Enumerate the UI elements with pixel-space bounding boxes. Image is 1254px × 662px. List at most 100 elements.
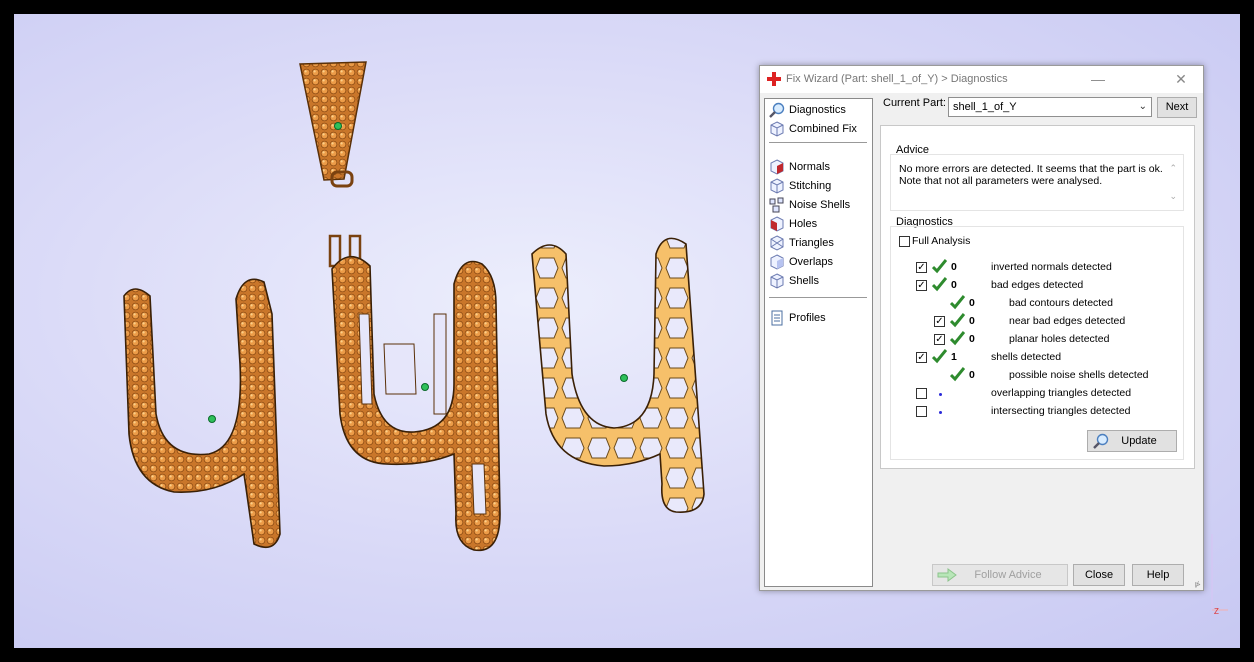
title-bar: Fix Wizard (Part: shell_1_of_Y) > Diagno… xyxy=(760,66,1203,93)
nav-label: Overlaps xyxy=(789,256,834,268)
profiles-icon xyxy=(771,310,783,326)
shells-icon xyxy=(770,273,784,289)
pivot-marker xyxy=(334,122,342,130)
letter-u-short-dotted xyxy=(328,234,501,552)
scroll-up-icon[interactable]: ⌃ xyxy=(1169,163,1177,174)
diag-checkbox[interactable]: ✓ xyxy=(934,334,945,345)
svg-text:Z: Z xyxy=(1214,607,1219,616)
nav-item-normals[interactable]: Normals xyxy=(769,158,869,176)
nav-item-stitching[interactable]: Stitching xyxy=(769,177,869,195)
advice-line: No more errors are detected. It seems th… xyxy=(899,163,1163,175)
full-analysis-checkbox[interactable] xyxy=(899,236,910,247)
nav-label: Normals xyxy=(789,161,830,173)
diag-label: intersecting triangles detected xyxy=(991,405,1131,417)
check-ok-icon xyxy=(932,277,947,292)
scroll-down-icon[interactable]: ⌄ xyxy=(1169,191,1177,202)
nav-label: Stitching xyxy=(789,180,832,192)
pivot-marker xyxy=(620,374,628,382)
check-ok-icon xyxy=(950,295,965,310)
check-ok-icon xyxy=(950,313,965,328)
close-window-button[interactable]: ✕ xyxy=(1167,70,1195,88)
diag-label: possible noise shells detected xyxy=(1009,369,1149,381)
diag-count: 0 xyxy=(951,279,957,291)
diag-checkbox[interactable] xyxy=(916,388,927,399)
nav-label: Diagnostics xyxy=(789,104,846,116)
diag-checkbox[interactable]: ✓ xyxy=(916,262,927,273)
magnifier-icon xyxy=(1093,433,1109,449)
advice-line: Note that not all parameters were analys… xyxy=(899,175,1103,187)
diag-count: 0 xyxy=(951,261,957,273)
diag-count: 1 xyxy=(951,351,957,363)
nav-separator xyxy=(769,142,867,143)
diag-label: inverted normals detected xyxy=(991,261,1112,273)
check-ok-icon xyxy=(932,259,947,274)
nav-item-overlaps[interactable]: Overlaps xyxy=(769,253,869,271)
diag-count: 0 xyxy=(969,333,975,345)
resize-grip-icon[interactable]: ⋫ xyxy=(1194,580,1201,589)
cube-icon xyxy=(770,121,784,137)
next-button[interactable]: Next xyxy=(1157,97,1197,118)
nav-item-shells[interactable]: Shells xyxy=(769,272,869,290)
triangles-icon xyxy=(770,235,784,251)
stitching-icon xyxy=(770,178,784,194)
pendant-bail xyxy=(299,61,367,188)
nav-label: Triangles xyxy=(789,237,834,249)
diag-label: bad contours detected xyxy=(1009,297,1113,309)
diag-count: 0 xyxy=(969,369,975,381)
diag-label: planar holes detected xyxy=(1009,333,1110,345)
diag-checkbox[interactable]: ✓ xyxy=(934,316,945,327)
diag-checkbox[interactable] xyxy=(916,406,927,417)
nav-label: Combined Fix xyxy=(789,123,857,135)
follow-advice-label: Follow Advice xyxy=(974,569,1042,581)
window-title: Fix Wizard (Part: shell_1_of_Y) > Diagno… xyxy=(786,73,1008,85)
close-button[interactable]: Close xyxy=(1073,564,1125,586)
nav-label: Noise Shells xyxy=(789,199,851,211)
minimize-button[interactable]: — xyxy=(1084,70,1112,88)
diag-label: bad edges detected xyxy=(991,279,1084,291)
overlaps-icon xyxy=(770,254,784,270)
check-ok-icon xyxy=(950,331,965,346)
magnifier-icon xyxy=(769,102,785,118)
nav-item-noise-shells[interactable]: Noise Shells xyxy=(769,196,869,214)
chevron-down-icon: ⌄ xyxy=(1138,101,1147,112)
current-part-value: shell_1_of_Y xyxy=(953,101,1017,113)
check-ok-icon xyxy=(932,349,947,364)
advice-box: No more errors are detected. It seems th… xyxy=(890,154,1184,211)
diag-label: shells detected xyxy=(991,351,1062,363)
diag-count: 0 xyxy=(969,315,975,327)
letter-che-dotted xyxy=(123,278,281,549)
update-button[interactable]: Update xyxy=(1087,430,1177,452)
arrow-right-icon xyxy=(937,568,957,582)
current-part-select[interactable]: shell_1_of_Y ⌄ xyxy=(948,97,1152,117)
pivot-marker xyxy=(421,383,429,391)
update-label: Update xyxy=(1121,435,1157,447)
help-button[interactable]: Help xyxy=(1132,564,1184,586)
nav-label: Shells xyxy=(789,275,819,287)
nav-item-diagnostics[interactable]: Diagnostics xyxy=(769,101,869,119)
nav-separator xyxy=(769,297,867,298)
current-part-label: Current Part: xyxy=(883,97,946,109)
diag-label: overlapping triangles detected xyxy=(991,387,1132,399)
full-analysis-label: Full Analysis xyxy=(912,235,971,247)
diag-checkbox[interactable]: ✓ xyxy=(916,280,927,291)
fix-wizard-dialog: Fix Wizard (Part: shell_1_of_Y) > Diagno… xyxy=(759,65,1204,591)
follow-advice-button[interactable]: Follow Advice xyxy=(932,564,1068,586)
check-ok-icon xyxy=(950,367,965,382)
normals-icon xyxy=(770,159,784,175)
axis-triad: Z xyxy=(1211,534,1228,616)
holes-icon xyxy=(770,216,784,232)
diag-label: near bad edges detected xyxy=(1009,315,1126,327)
nav-item-holes[interactable]: Holes xyxy=(769,215,869,233)
nav-item-profiles[interactable]: Profiles xyxy=(769,309,869,327)
nav-item-triangles[interactable]: Triangles xyxy=(769,234,869,252)
nav-item-combined-fix[interactable]: Combined Fix xyxy=(769,120,869,138)
diag-checkbox[interactable]: ✓ xyxy=(916,352,927,363)
nav-label: Holes xyxy=(789,218,818,230)
not-analysed-dot-icon xyxy=(939,411,942,414)
diag-count: 0 xyxy=(969,297,975,309)
not-analysed-dot-icon xyxy=(939,393,942,396)
letter-u-honeycomb xyxy=(531,237,705,513)
noise-shells-icon xyxy=(769,197,784,213)
pivot-marker xyxy=(208,415,216,423)
nav-label: Profiles xyxy=(789,312,826,324)
